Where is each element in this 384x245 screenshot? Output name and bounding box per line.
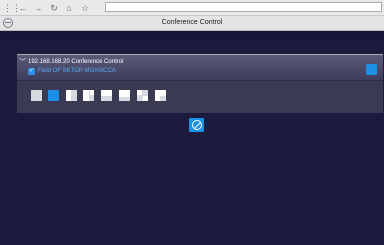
forward-icon[interactable]: → bbox=[33, 3, 43, 13]
apps-icon[interactable]: ⋮⋮ bbox=[3, 3, 21, 13]
window-title: Conference Control bbox=[161, 19, 223, 26]
layout-pip-corner-button[interactable] bbox=[119, 90, 130, 101]
layout-selected-button[interactable] bbox=[48, 90, 59, 101]
field-checkbox[interactable]: ✓ bbox=[28, 68, 35, 75]
address-bar[interactable] bbox=[105, 2, 382, 12]
home-icon[interactable]: ⌂ bbox=[64, 3, 74, 13]
browser-window: ⋮⋮ ← → ↻ ⌂ ☆ Conference Control ﹀ 192.16… bbox=[0, 0, 384, 245]
field-label: Field OF SKTOP MOXMCCA bbox=[38, 68, 116, 74]
app-top-strip bbox=[0, 31, 384, 40]
prohibit-icon bbox=[192, 120, 202, 130]
panel-toggle-button[interactable] bbox=[366, 64, 377, 75]
layout-row bbox=[17, 81, 383, 113]
panel-header[interactable]: ﹀ 192.168.168.20 Conference Control ✓ Fi… bbox=[17, 55, 383, 80]
stop-conference-button[interactable] bbox=[189, 118, 204, 132]
layout-pip-left-button[interactable] bbox=[155, 90, 166, 101]
back-icon[interactable]: ← bbox=[18, 3, 28, 13]
layout-top-bottom-button[interactable] bbox=[101, 90, 112, 101]
panel-title: 192.168.168.20 Conference Control bbox=[28, 59, 124, 65]
browser-toolbar: ⋮⋮ ← → ↻ ⌂ ☆ bbox=[0, 0, 384, 16]
bookmark-icon[interactable]: ☆ bbox=[80, 3, 90, 13]
window-titlebar: Conference Control bbox=[0, 16, 384, 31]
layout-quad-button[interactable] bbox=[137, 90, 148, 101]
reload-icon[interactable]: ↻ bbox=[49, 3, 59, 13]
layout-split-right-button[interactable] bbox=[83, 90, 94, 101]
layout-split-vertical-button[interactable] bbox=[66, 90, 77, 101]
chevron-down-icon[interactable]: ﹀ bbox=[19, 59, 26, 66]
conference-panel: ﹀ 192.168.168.20 Conference Control ✓ Fi… bbox=[17, 54, 383, 113]
layout-single-button[interactable] bbox=[31, 90, 42, 101]
app-content: ﹀ 192.168.168.20 Conference Control ✓ Fi… bbox=[0, 31, 384, 245]
